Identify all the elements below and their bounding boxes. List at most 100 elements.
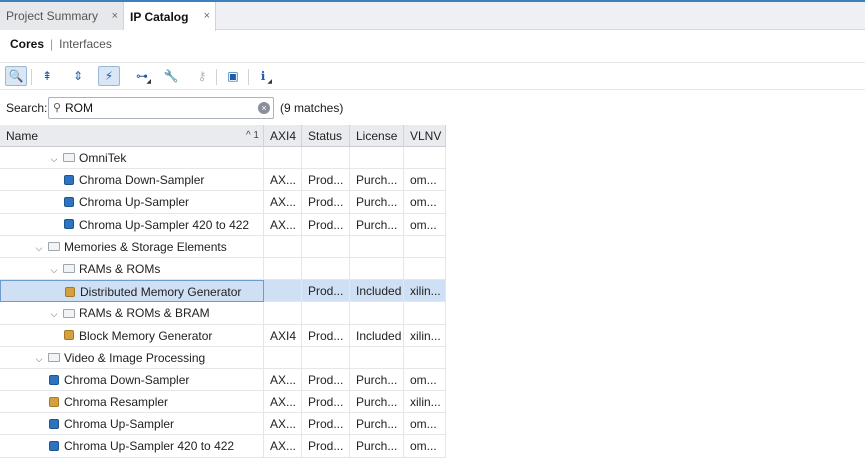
match-count: (9 matches): [280, 101, 344, 115]
tab-interfaces[interactable]: Interfaces: [59, 37, 112, 51]
table-row[interactable]: Chroma Resampler AX... Prod... Purch... xili…: [0, 391, 446, 414]
vlnv-cell: om...: [404, 213, 446, 236]
vlnv-cell: om...: [404, 191, 446, 214]
search-box[interactable]: ⚲ ×: [48, 97, 274, 119]
dropdown-arrow-icon: ◢: [267, 79, 272, 85]
tree-folder-row[interactable]: ⌵ Memories & Storage Elements: [0, 235, 446, 258]
column-header-label: Name: [6, 129, 39, 143]
tree-folder-row[interactable]: ⌵ Video & Image Processing: [0, 346, 446, 369]
filter-button[interactable]: ⚡: [98, 66, 120, 86]
axi4-cell: AX...: [264, 191, 302, 214]
table-row[interactable]: Chroma Up-Sampler 420 to 422 AX... Prod...…: [0, 213, 446, 236]
table-row[interactable]: Block Memory Generator AXI4 Prod... Include…: [0, 324, 446, 347]
column-header-license[interactable]: License: [350, 125, 404, 147]
chip-icon: ▣: [227, 69, 239, 83]
vlnv-cell: om...: [404, 435, 446, 458]
collapse-all-button[interactable]: ⇞: [36, 66, 58, 86]
chevron-down-icon[interactable]: ⌵: [48, 303, 60, 324]
status-cell: [302, 257, 350, 280]
collapse-all-icon: ⇞: [41, 69, 53, 83]
vlnv-cell: [404, 302, 446, 325]
row-name: Block Memory Generator: [79, 328, 213, 343]
row-name: Memories & Storage Elements: [64, 239, 227, 254]
tree-folder-row[interactable]: ⌵ RAMs & ROMs & BRAM: [0, 302, 446, 325]
toolbar-divider: [31, 69, 32, 85]
hierarchy-button[interactable]: ⊶ ◢: [131, 66, 153, 86]
row-name: RAMs & ROMs: [79, 261, 161, 276]
license-cell: Purch...: [350, 391, 404, 414]
license-cell: [350, 257, 404, 280]
axi4-cell: AX...: [264, 391, 302, 414]
ip-core-icon: [65, 220, 73, 229]
table-row[interactable]: Distributed Memory Generator Prod... Inclu…: [0, 280, 446, 303]
table-row[interactable]: Chroma Up-Sampler 420 to 422 AX... Prod...…: [0, 435, 446, 458]
ip-core-icon: [50, 442, 58, 451]
name-cell: Chroma Down-Sampler: [0, 169, 264, 192]
license-cell: Included: [350, 324, 404, 347]
view-switcher: Cores | Interfaces: [0, 30, 865, 58]
search-input[interactable]: [65, 100, 255, 116]
column-header-vlnv[interactable]: VLNV: [404, 125, 446, 147]
status-cell: Prod...: [302, 280, 350, 303]
table-row[interactable]: Chroma Down-Sampler AX... Prod... Purch... o…: [0, 169, 446, 192]
separator: |: [50, 37, 54, 51]
name-cell: Chroma Up-Sampler: [0, 413, 264, 436]
dropdown-arrow-icon: ◢: [146, 79, 151, 85]
search-icon: 🔍: [8, 69, 24, 83]
row-name: Chroma Resampler: [64, 395, 169, 410]
license-button[interactable]: ⚷: [191, 66, 213, 86]
clear-icon[interactable]: ×: [258, 102, 270, 114]
name-cell: Distributed Memory Generator: [0, 280, 264, 303]
close-icon[interactable]: ×: [204, 10, 210, 22]
folder-icon: [63, 264, 75, 274]
close-icon[interactable]: ×: [112, 10, 118, 22]
table-row[interactable]: Chroma Down-Sampler AX... Prod... Purch... o…: [0, 368, 446, 392]
editor-tab-bar: Project Summary × IP Catalog ×: [0, 0, 865, 31]
tab-cores[interactable]: Cores: [10, 37, 44, 51]
tab-ip-catalog[interactable]: IP Catalog ×: [124, 2, 216, 31]
ip-catalog-tree-table: Name ^ 1 AXI4 Status License VLNV ⌵ OmniT…: [0, 125, 446, 458]
axi4-cell: [264, 235, 302, 258]
chevron-down-icon[interactable]: ⌵: [33, 348, 45, 369]
table-row[interactable]: Chroma Up-Sampler AX... Prod... Purch... om.…: [0, 191, 446, 214]
expand-all-button[interactable]: ⇕: [67, 66, 89, 86]
tree-folder-row[interactable]: ⌵ OmniTek: [0, 147, 446, 170]
status-cell: [302, 147, 350, 169]
table-row[interactable]: Chroma Up-Sampler AX... Prod... Purch... om.…: [0, 413, 446, 436]
ip-core-icon: [65, 176, 73, 185]
ip-core-icon: [50, 375, 58, 384]
axi4-cell: AX...: [264, 213, 302, 236]
axi4-cell: [264, 257, 302, 280]
column-header-name[interactable]: Name ^ 1: [0, 125, 264, 147]
name-cell: Chroma Up-Sampler 420 to 422: [0, 213, 264, 236]
customize-ip-button[interactable]: 🔧: [160, 66, 182, 86]
vlnv-cell: [404, 147, 446, 169]
vlnv-cell: [404, 235, 446, 258]
axi4-cell: AX...: [264, 169, 302, 192]
row-name: Chroma Up-Sampler: [64, 417, 175, 432]
tree-folder-row[interactable]: ⌵ RAMs & ROMs: [0, 257, 446, 281]
folder-icon: [48, 353, 60, 363]
chevron-down-icon[interactable]: ⌵: [48, 148, 60, 169]
axi4-cell: [264, 147, 302, 169]
tab-project-summary[interactable]: Project Summary ×: [0, 2, 124, 30]
ip-details-button[interactable]: ▣: [222, 66, 244, 86]
chevron-down-icon[interactable]: ⌵: [48, 259, 60, 280]
axi4-cell: [264, 280, 302, 303]
search-label: Search:: [6, 101, 48, 115]
column-header-axi4[interactable]: AXI4: [264, 125, 302, 147]
vlnv-cell: xilin...: [404, 391, 446, 414]
name-cell: Chroma Up-Sampler: [0, 191, 264, 214]
axi4-cell: AX...: [264, 435, 302, 458]
license-cell: [350, 147, 404, 169]
status-cell: Prod...: [302, 435, 350, 458]
search-button[interactable]: 🔍: [5, 66, 27, 86]
status-cell: [302, 346, 350, 369]
chevron-down-icon[interactable]: ⌵: [33, 237, 45, 258]
folder-icon: [63, 153, 75, 163]
ip-core-icon: [65, 198, 73, 207]
column-header-status[interactable]: Status: [302, 125, 350, 147]
info-button[interactable]: ℹ ◢: [252, 66, 274, 86]
ip-core-icon: [66, 287, 74, 296]
row-name: Chroma Up-Sampler 420 to 422: [79, 217, 250, 232]
